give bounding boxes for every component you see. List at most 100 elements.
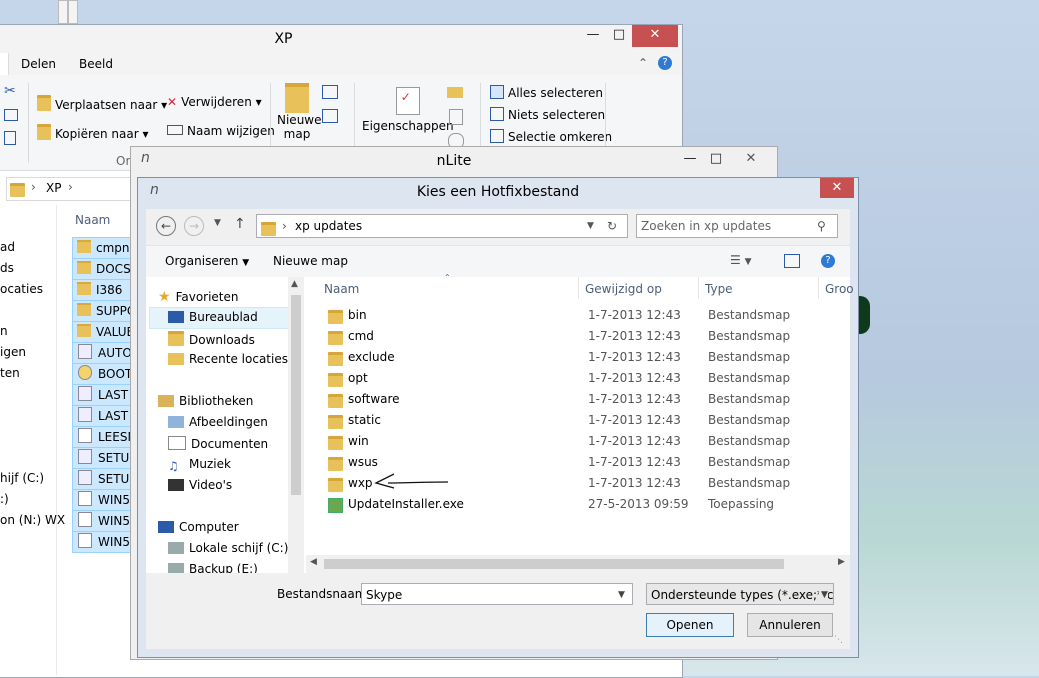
edit-icon[interactable] <box>449 109 463 125</box>
new-folder-icon <box>285 83 309 113</box>
resize-grip-icon[interactable]: ⋱ <box>834 635 843 645</box>
open-icon[interactable] <box>447 87 463 98</box>
tree-item-favorites[interactable]: ★ Favorieten <box>158 289 239 305</box>
view-options-icon[interactable]: ☰ ▼ <box>730 253 752 267</box>
file-row[interactable]: static 1-7-2013 12:43 Bestandsmap <box>306 410 826 431</box>
tree-item-desktop-label[interactable]: Bureaublad <box>168 310 258 324</box>
folder-icon <box>77 240 91 253</box>
paste-shortcut-icon[interactable] <box>4 131 16 145</box>
filename-dropdown-icon[interactable]: ▼ <box>618 584 625 606</box>
tree-item-local-disk[interactable]: Lokale schijf (C:) <box>168 541 288 555</box>
file-row[interactable]: opt 1-7-2013 12:43 Bestandsmap <box>306 368 826 389</box>
file-row[interactable]: UpdateInstaller.exe 27-5-2013 09:59 Toepas… <box>306 494 826 515</box>
properties-icon: ✓ <box>395 87 420 115</box>
file-row[interactable]: wsus 1-7-2013 12:43 Bestandsmap <box>306 452 826 473</box>
file-row[interactable]: exclude 1-7-2013 12:43 Bestandsmap <box>306 347 826 368</box>
tree-item-downloads[interactable]: Downloads <box>168 331 255 347</box>
minimize-button[interactable]: — <box>580 25 606 47</box>
address-dropdown-icon[interactable]: ▼ <box>587 215 594 237</box>
search-input[interactable]: Zoeken in xp updates ⚲ <box>636 214 838 238</box>
file-row[interactable]: win 1-7-2013 12:43 Bestandsmap <box>306 431 826 452</box>
move-to-button[interactable]: Verplaatsen naar ▾ <box>37 95 167 112</box>
filename-input[interactable]: Skype ▼ <box>361 583 633 605</box>
maximize-button[interactable]: □ <box>606 25 632 47</box>
videos-icon <box>168 479 184 491</box>
tree-item-videos[interactable]: Video's <box>168 478 232 492</box>
open-button[interactable]: Openen <box>646 613 734 637</box>
nav-item[interactable]: n <box>0 324 8 338</box>
dialog-close-button[interactable]: ✕ <box>820 178 854 198</box>
folder-icon <box>328 310 343 324</box>
help-icon[interactable]: ? <box>658 56 672 70</box>
select-all-button[interactable]: Alles selecteren <box>490 85 603 100</box>
tab-beeld[interactable]: Beeld <box>79 57 113 71</box>
new-folder-button[interactable]: Nieuwe map <box>277 83 322 141</box>
help-icon[interactable]: ? <box>821 254 835 268</box>
recent-locations-icon[interactable]: ▼ <box>214 218 221 228</box>
file-name: bin <box>348 308 367 322</box>
tree-item-music[interactable]: ♫ Muziek <box>168 457 231 473</box>
column-header-modified[interactable]: Gewijzigd op <box>585 282 662 296</box>
back-button[interactable]: ← <box>156 216 176 236</box>
tree-scrollbar[interactable]: ▲ <box>288 277 304 573</box>
cancel-button[interactable]: Annuleren <box>747 613 833 637</box>
close-button[interactable]: ✕ <box>632 25 678 47</box>
nav-item[interactable]: ocaties <box>0 282 43 296</box>
nav-item[interactable]: hijf (C:) <box>0 471 44 485</box>
horizontal-scrollbar[interactable]: ◀ ▶ <box>306 555 850 573</box>
breadcrumb[interactable]: XP <box>46 181 61 195</box>
copy-path-icon[interactable] <box>4 109 18 121</box>
search-icon: ⚲ <box>817 219 826 233</box>
folder-icon <box>328 331 343 345</box>
desktop-icon[interactable] <box>50 0 84 24</box>
tree-item-pictures[interactable]: Afbeeldingen <box>168 415 268 429</box>
nlite-maximize-button[interactable]: □ <box>703 149 729 171</box>
file-type: Bestandsmap <box>708 413 791 427</box>
forward-button[interactable]: → <box>184 216 204 236</box>
column-header-name[interactable]: Naam <box>324 282 359 296</box>
preview-pane-icon[interactable] <box>784 254 800 268</box>
tree-item-computer[interactable]: Computer <box>158 520 239 534</box>
file-name: I386 <box>96 283 123 297</box>
delete-button[interactable]: ✕ Verwijderen ▾ <box>167 95 262 109</box>
nav-item[interactable]: on (N:) WX <box>0 513 65 527</box>
nav-item[interactable]: ten <box>0 366 20 380</box>
filter-select[interactable]: Ondersteunde types (*.exe;*.cal ▼ <box>646 583 834 605</box>
refresh-icon[interactable]: ↻ <box>607 215 617 237</box>
up-button[interactable]: ↑ <box>234 216 246 232</box>
column-header-size[interactable]: Groo <box>825 282 854 296</box>
tree-item-backup[interactable]: Backup (E:) <box>168 562 258 573</box>
organize-button[interactable]: Organiseren ▼ <box>165 254 249 268</box>
file-row[interactable]: bin 1-7-2013 12:43 Bestandsmap <box>306 305 826 326</box>
new-item-icon[interactable] <box>322 85 338 99</box>
file-row[interactable]: cmd 1-7-2013 12:43 Bestandsmap <box>306 326 826 347</box>
nav-item[interactable]: ds <box>0 261 14 275</box>
invert-selection-button[interactable]: Selectie omkeren <box>490 129 612 144</box>
nav-item[interactable]: :) <box>0 492 9 506</box>
tree-item-libraries[interactable]: Bibliotheken <box>158 394 253 408</box>
ribbon-collapse-icon[interactable]: ⌃ <box>638 56 648 70</box>
file-row[interactable]: software 1-7-2013 12:43 Bestandsmap <box>306 389 826 410</box>
tree-item-documents[interactable]: Documenten <box>168 436 268 451</box>
nlite-minimize-button[interactable]: — <box>677 149 703 171</box>
column-header-type[interactable]: Type <box>705 282 733 296</box>
nlite-close-button[interactable]: ✕ <box>729 149 773 171</box>
filter-dropdown-icon[interactable]: ▼ <box>819 584 828 604</box>
new-folder-button[interactable]: Nieuwe map <box>273 254 348 268</box>
disc-icon <box>78 365 92 380</box>
select-none-button[interactable]: Niets selecteren <box>490 107 605 122</box>
copy-to-button[interactable]: Kopiëren naar ▾ <box>37 124 149 141</box>
tab-delen[interactable]: Delen <box>21 57 56 71</box>
cut-icon[interactable]: ✂ <box>4 83 16 99</box>
tree-label: Recente locaties <box>189 352 288 366</box>
folder-icon <box>328 415 343 429</box>
drive-icon <box>168 542 184 554</box>
nav-item[interactable]: ad <box>0 240 15 254</box>
rename-button[interactable]: Naam wijzigen <box>167 124 275 138</box>
nav-item[interactable]: igen <box>0 345 26 359</box>
address-bar[interactable]: › xp updates ▼ ↻ <box>256 214 628 238</box>
column-header-name[interactable]: Naam <box>75 213 110 227</box>
properties-button[interactable]: ✓ Eigenschappen <box>362 87 454 133</box>
tree-item-recent[interactable]: Recente locaties <box>168 352 288 366</box>
easy-access-icon[interactable] <box>322 109 338 123</box>
